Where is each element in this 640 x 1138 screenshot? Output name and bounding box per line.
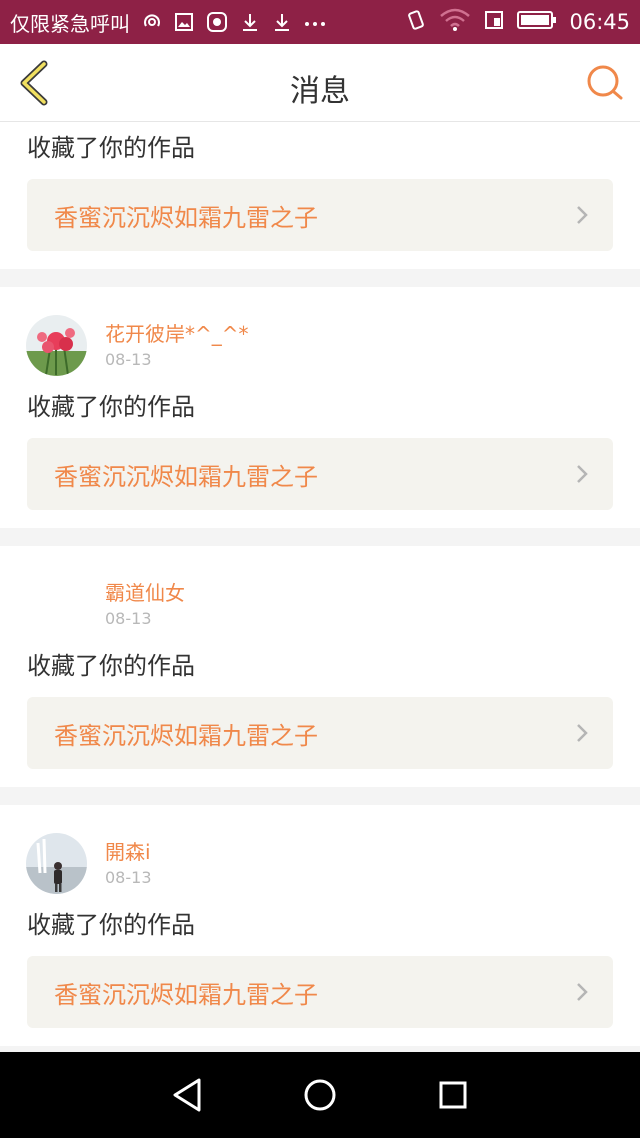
user-row[interactable]: 花开彼岸*^_^* 08-13 — [0, 287, 640, 382]
page-title: 消息 — [290, 74, 350, 109]
message-date: 08-13 — [105, 609, 152, 628]
work-title: 香蜜沉沉烬如霜九雷之子 — [54, 980, 318, 1009]
message-date: 08-13 — [105, 868, 152, 887]
user-row[interactable]: 開森i 08-13 — [0, 805, 640, 900]
download-icon — [272, 12, 292, 32]
chevron-right-icon — [577, 465, 588, 483]
carrier-text: 仅限紧急呼叫 — [10, 11, 130, 36]
wifi-icon — [439, 8, 471, 36]
username[interactable]: 花开彼岸*^_^* — [105, 318, 249, 347]
message-item: 霸道仙女 08-13 收藏了你的作品 香蜜沉沉烬如霜九雷之子 — [0, 546, 640, 787]
work-card[interactable]: 香蜜沉沉烬如霜九雷之子 — [27, 697, 613, 769]
work-card[interactable]: 香蜜沉沉烬如霜九雷之子 — [27, 438, 613, 510]
chevron-right-icon — [577, 983, 588, 1001]
work-card[interactable]: 香蜜沉沉烬如霜九雷之子 — [27, 956, 613, 1028]
divider — [0, 787, 640, 805]
battery-icon — [517, 9, 557, 35]
hotspot-icon — [142, 12, 162, 32]
navigation-bar — [0, 1052, 640, 1138]
download-icon — [240, 12, 260, 32]
message-item: 開森i 08-13 收藏了你的作品 香蜜沉沉烬如霜九雷之子 — [0, 805, 640, 1046]
back-triangle-icon — [173, 1078, 201, 1112]
message-date: 08-13 — [105, 350, 152, 369]
chevron-right-icon — [577, 724, 588, 742]
image-icon — [174, 12, 194, 32]
work-title: 香蜜沉沉烬如霜九雷之子 — [54, 721, 318, 750]
username[interactable]: 霸道仙女 — [105, 577, 185, 606]
action-text: 收藏了你的作品 — [27, 134, 195, 162]
home-circle-icon — [304, 1079, 336, 1111]
status-bar: 仅限紧急呼叫 06:45 — [0, 0, 640, 44]
action-text: 收藏了你的作品 — [27, 911, 195, 939]
search-icon — [587, 65, 623, 100]
action-text: 收藏了你的作品 — [27, 652, 195, 680]
work-title: 香蜜沉沉烬如霜九雷之子 — [54, 203, 318, 232]
status-time: 06:45 — [569, 10, 630, 34]
nav-back-button[interactable] — [157, 1065, 217, 1125]
app-icon — [206, 11, 228, 33]
divider — [0, 269, 640, 287]
message-item: 花开彼岸*^_^* 08-13 收藏了你的作品 香蜜沉沉烬如霜九雷之子 — [0, 287, 640, 528]
sim-icon — [483, 9, 505, 35]
action-text: 收藏了你的作品 — [27, 393, 195, 421]
avatar[interactable] — [26, 315, 87, 376]
message-item: 收藏了你的作品 香蜜沉沉烬如霜九雷之子 — [0, 123, 640, 269]
username[interactable]: 開森i — [105, 836, 151, 865]
search-button[interactable] — [584, 62, 626, 104]
work-card[interactable]: 香蜜沉沉烬如霜九雷之子 — [27, 179, 613, 251]
nav-home-button[interactable] — [290, 1065, 350, 1125]
avatar[interactable] — [26, 574, 87, 635]
message-list[interactable]: 收藏了你的作品 香蜜沉沉烬如霜九雷之子 花开彼岸*^_^* 08-13 收藏了你… — [0, 123, 640, 1052]
nav-recents-button[interactable] — [423, 1065, 483, 1125]
work-title: 香蜜沉沉烬如霜九雷之子 — [54, 462, 318, 491]
more-dots-icon — [304, 12, 326, 32]
chevron-right-icon — [577, 206, 588, 224]
vibrate-icon — [405, 9, 427, 35]
recents-square-icon — [439, 1081, 467, 1109]
divider — [0, 528, 640, 546]
user-row[interactable]: 霸道仙女 08-13 — [0, 546, 640, 641]
avatar[interactable] — [26, 833, 87, 894]
app-header: 消息 — [0, 44, 640, 122]
